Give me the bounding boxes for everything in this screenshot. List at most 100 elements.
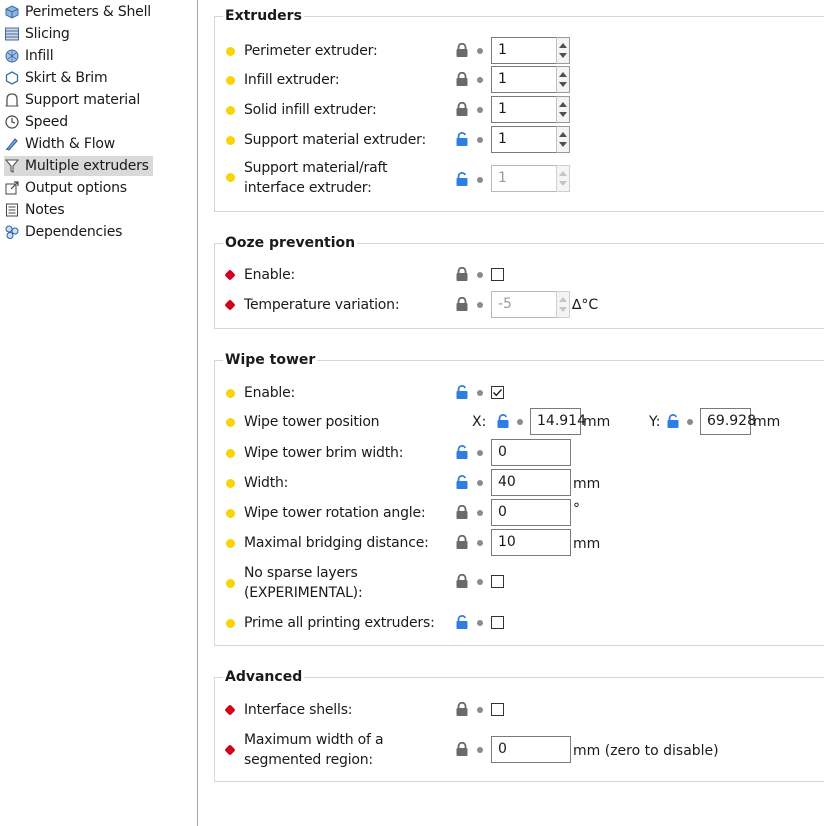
simple-mode-dot — [226, 509, 235, 518]
option-label-line2: (EXPERIMENTAL): — [244, 585, 363, 601]
option-label: Interface shells: — [244, 702, 353, 718]
unit-label: mm — [583, 414, 611, 430]
system-value-dot — [687, 419, 693, 425]
lock-icon[interactable] — [455, 43, 469, 57]
support-extruder-input[interactable]: 1 — [491, 126, 557, 153]
sidebar-item-label: Skirt & Brim — [25, 70, 108, 86]
sidebar-item-width-flow[interactable]: Width & Flow — [4, 134, 119, 154]
temperature-variation-row: Temperature variation: -5 ∆°C — [215, 291, 824, 319]
simple-mode-dot — [226, 136, 235, 145]
wipe-brim-input[interactable]: 0 — [491, 439, 571, 466]
unlocked-icon[interactable] — [455, 172, 469, 186]
simple-mode-dot — [226, 479, 235, 488]
perimeter-extruder-row: Perimeter extruder: 1 — [215, 37, 824, 65]
infill-icon — [4, 48, 20, 64]
system-value-dot — [517, 419, 523, 425]
sidebar-item-multiple-extruders[interactable]: Multiple extruders — [4, 156, 153, 176]
option-label: Wipe tower brim width: — [244, 445, 404, 461]
unlocked-icon[interactable] — [455, 385, 469, 399]
interface-shells-checkbox[interactable] — [491, 703, 504, 716]
unlocked-icon[interactable] — [455, 615, 469, 629]
lock-icon[interactable] — [455, 574, 469, 588]
sidebar-item-infill[interactable]: Infill — [4, 46, 57, 66]
wipe-y-input[interactable]: 69.928 — [700, 408, 756, 435]
wipe-sparse-checkbox[interactable] — [491, 575, 504, 588]
system-value-dot — [477, 620, 483, 626]
sidebar-item-output-options[interactable]: Output options — [4, 178, 131, 198]
option-label: Wipe tower rotation angle: — [244, 505, 426, 521]
wipe-x-input[interactable]: 14.914 — [530, 408, 586, 435]
simple-mode-dot — [226, 106, 235, 115]
option-label: Maximal bridging distance: — [244, 535, 429, 551]
notes-icon — [4, 202, 20, 218]
option-label: Enable: — [244, 267, 296, 283]
speed-icon — [4, 114, 20, 130]
sidebar-item-perimeters-shell[interactable]: Perimeters & Shell — [4, 2, 155, 22]
ooze-enable-checkbox[interactable] — [491, 268, 504, 281]
skirt-icon — [4, 70, 20, 86]
wipe-rotation-row: Wipe tower rotation angle: 0 ° — [215, 499, 824, 527]
lock-icon[interactable] — [455, 535, 469, 549]
lock-icon[interactable] — [455, 102, 469, 116]
solid-infill-extruder-spinner[interactable] — [556, 96, 570, 123]
support-extruder-spinner[interactable] — [556, 126, 570, 153]
simple-mode-dot — [226, 76, 235, 85]
unit-label: ° — [573, 501, 580, 517]
lock-icon[interactable] — [455, 267, 469, 281]
perimeters-icon — [4, 4, 20, 20]
temperature-variation-input[interactable]: -5 — [491, 291, 557, 318]
option-label-line1: Support material/raft — [244, 160, 388, 176]
system-value-dot — [477, 390, 483, 396]
lock-icon[interactable] — [455, 702, 469, 716]
lock-icon[interactable] — [455, 72, 469, 86]
dependencies-icon — [4, 224, 20, 240]
solid-infill-extruder-input[interactable]: 1 — [491, 96, 557, 123]
unlocked-icon[interactable] — [455, 445, 469, 459]
wipe-tower-group: Wipe tower Enable: Wipe tower position X… — [214, 350, 824, 646]
unlocked-icon[interactable] — [455, 132, 469, 146]
wipe-sparse-row: No sparse layers (EXPERIMENTAL): — [215, 563, 824, 605]
interface-extruder-input[interactable]: 1 — [491, 165, 557, 192]
wipe-prime-checkbox[interactable] — [491, 616, 504, 629]
lock-icon[interactable] — [455, 742, 469, 756]
checkmark-icon — [493, 389, 503, 397]
sidebar-item-dependencies[interactable]: Dependencies — [4, 222, 126, 242]
sidebar-item-support-material[interactable]: Support material — [4, 90, 144, 110]
segmented-region-input[interactable]: 0 — [491, 736, 571, 763]
wipe-rotation-input[interactable]: 0 — [491, 499, 571, 526]
infill-extruder-input[interactable]: 1 — [491, 66, 557, 93]
advanced-group: Advanced Interface shells: Maximum width… — [214, 667, 824, 782]
wipe-prime-row: Prime all printing extruders: — [215, 612, 824, 634]
sidebar-item-notes[interactable]: Notes — [4, 200, 68, 220]
perimeter-extruder-spinner[interactable] — [556, 37, 570, 64]
unlocked-icon[interactable] — [666, 414, 680, 428]
simple-mode-dot — [226, 539, 235, 548]
ooze-enable-row: Enable: — [215, 264, 824, 286]
temperature-variation-spinner[interactable] — [556, 291, 570, 318]
lock-icon[interactable] — [455, 297, 469, 311]
option-label: Infill extruder: — [244, 72, 340, 88]
wipe-width-input[interactable]: 40 — [491, 469, 571, 496]
sidebar-item-skirt-brim[interactable]: Skirt & Brim — [4, 68, 111, 88]
wipe-enable-checkbox[interactable] — [491, 386, 504, 399]
interface-extruder-spinner[interactable] — [556, 165, 570, 192]
unlocked-icon[interactable] — [496, 414, 510, 428]
sidebar: Perimeters & Shell Slicing Infill Skirt … — [0, 0, 198, 826]
y-label: Y: — [649, 414, 661, 430]
perimeter-extruder-input[interactable]: 1 — [491, 37, 557, 64]
sidebar-item-speed[interactable]: Speed — [4, 112, 72, 132]
sidebar-item-slicing[interactable]: Slicing — [4, 24, 74, 44]
option-label: Width: — [244, 475, 289, 491]
system-value-dot — [477, 510, 483, 516]
group-title: Advanced — [223, 667, 305, 687]
simple-mode-dot — [226, 449, 235, 458]
wipe-bridging-input[interactable]: 10 — [491, 529, 571, 556]
lock-icon[interactable] — [455, 505, 469, 519]
option-label-line2: interface extruder: — [244, 180, 372, 196]
option-label: Support material extruder: — [244, 132, 426, 148]
infill-extruder-spinner[interactable] — [556, 66, 570, 93]
unlocked-icon[interactable] — [455, 475, 469, 489]
extruders-group: Extruders Perimeter extruder: 1 Infill e… — [214, 6, 824, 212]
group-title: Ooze prevention — [223, 233, 358, 253]
system-value-dot — [477, 177, 483, 183]
